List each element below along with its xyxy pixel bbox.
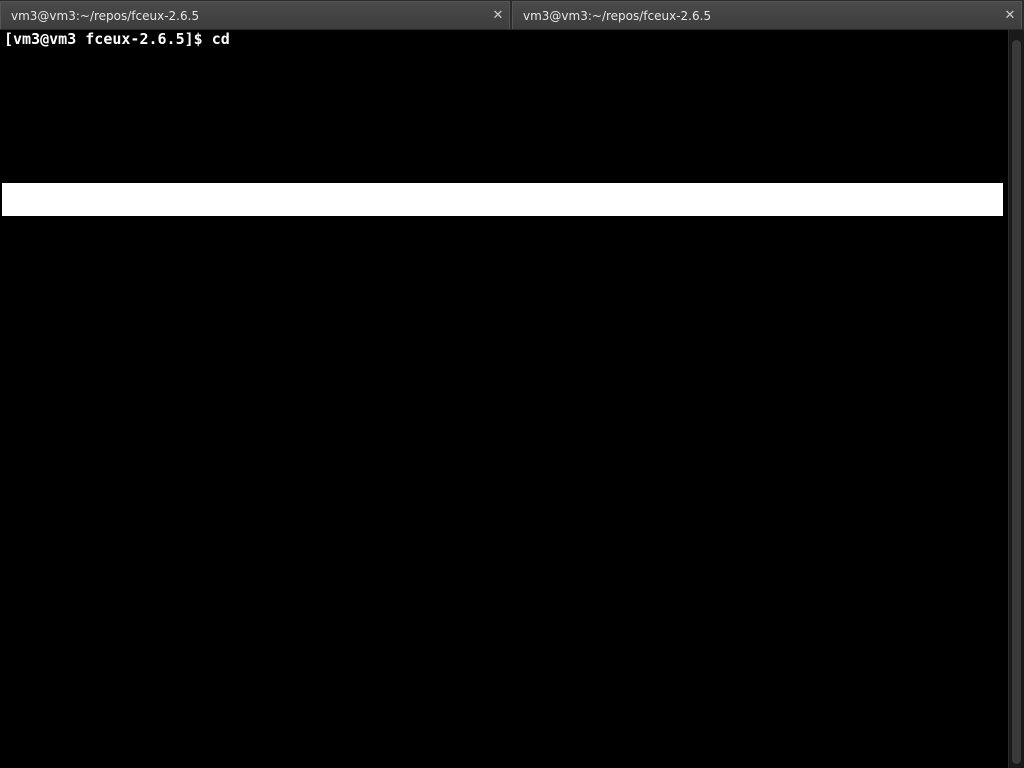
scrollbar-thumb[interactable] — [1012, 40, 1021, 764]
terminal-highlight-band — [2, 183, 1003, 216]
terminal-prompt-line: [vm3@vm3 fceux-2.6.5]$ cd — [4, 30, 230, 48]
tab-2[interactable]: vm3@vm3:~/repos/fceux-2.6.5 ✕ — [512, 1, 1022, 29]
tab-1-close-icon[interactable]: ✕ — [491, 2, 505, 30]
tab-1[interactable]: vm3@vm3:~/repos/fceux-2.6.5 ✕ — [0, 1, 510, 29]
tab-1-label: vm3@vm3:~/repos/fceux-2.6.5 — [11, 9, 200, 23]
tab-bar: vm3@vm3:~/repos/fceux-2.6.5 ✕ vm3@vm3:~/… — [0, 0, 1024, 30]
terminal-window: vm3@vm3:~/repos/fceux-2.6.5 ✕ vm3@vm3:~/… — [0, 0, 1024, 768]
terminal-scrollbar[interactable] — [1008, 30, 1024, 768]
tab-2-label: vm3@vm3:~/repos/fceux-2.6.5 — [523, 9, 712, 23]
terminal-area[interactable]: [vm3@vm3 fceux-2.6.5]$ cd — [0, 30, 1008, 768]
tab-2-close-icon[interactable]: ✕ — [1003, 2, 1017, 30]
